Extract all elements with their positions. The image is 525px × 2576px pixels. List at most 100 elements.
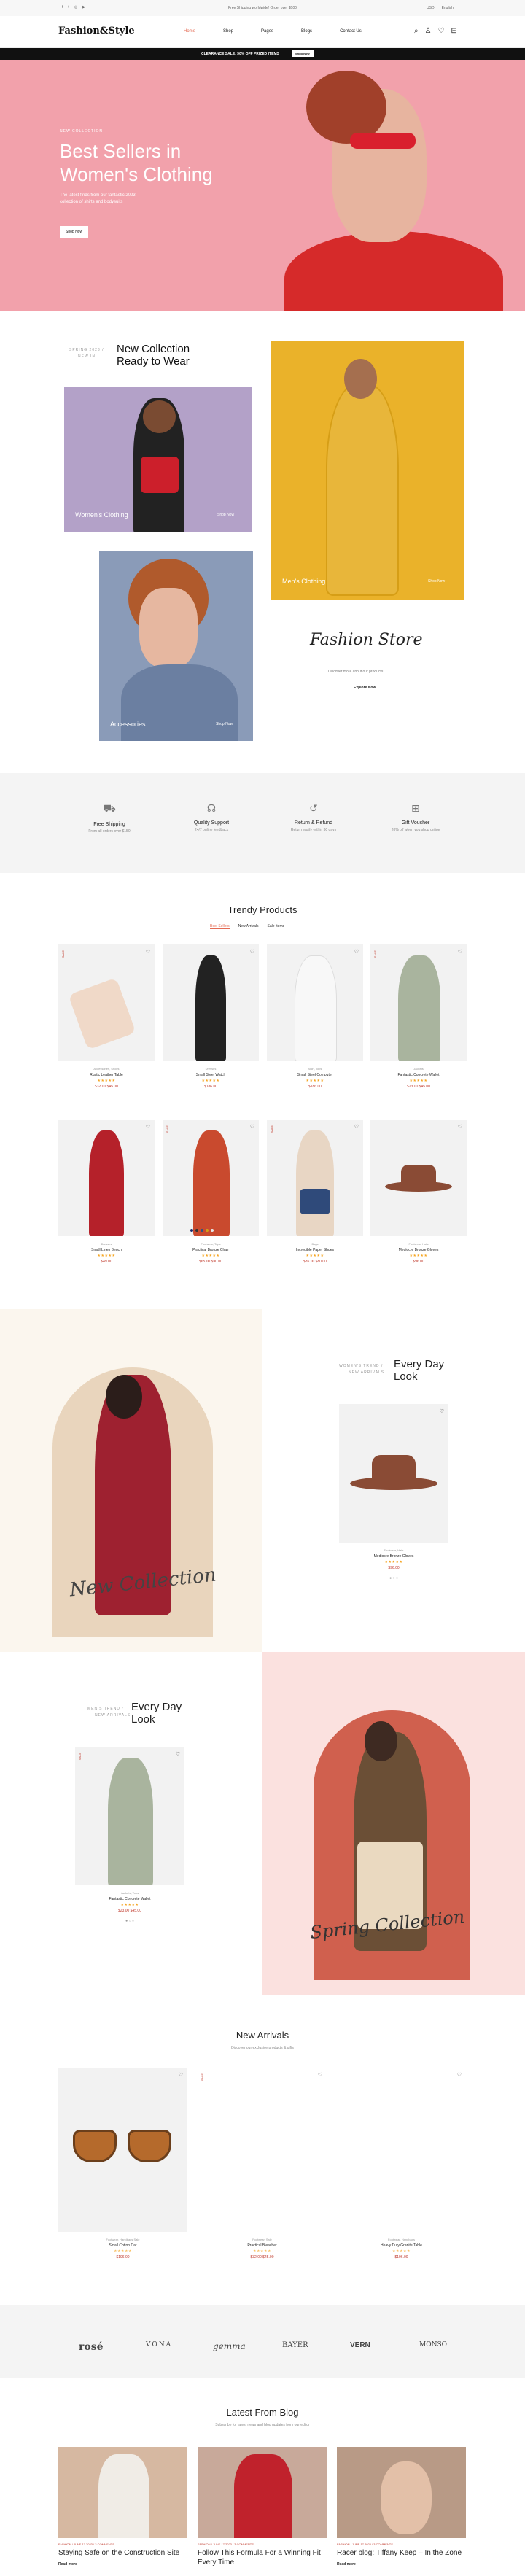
language-select[interactable]: English <box>442 6 454 10</box>
product-card[interactable]: ♡ Footwear, Hats Mediocre Bronze Gloves … <box>339 1404 448 1580</box>
currency-select[interactable]: USD <box>427 6 435 10</box>
nav-contact[interactable]: Contact Us <box>340 29 362 34</box>
wishlist-icon[interactable]: ♡ <box>458 949 462 955</box>
hero-shop-button[interactable]: Shop Now <box>60 226 89 238</box>
product-name[interactable]: Practical Bronze Chair <box>163 1248 259 1252</box>
product-name[interactable]: Heavy Duty Granite Table <box>337 2243 466 2248</box>
product-rating: ★★★★★ <box>392 2249 411 2254</box>
site-logo[interactable]: Fashion&Style <box>58 26 135 36</box>
feature-title: Free Shipping <box>93 822 125 827</box>
product-price: $96.00 <box>413 1260 424 1264</box>
swatch-icon[interactable] <box>190 1229 193 1232</box>
product-name[interactable]: Practical Bleacher <box>198 2243 327 2248</box>
product-card[interactable]: SALE ♡ Footwear, Tops Practical Bronze Ch… <box>163 1120 259 1264</box>
wishlist-icon[interactable]: ♡ <box>438 27 445 35</box>
feature-sub: 20% off when you shop online <box>391 828 440 832</box>
swatch-icon[interactable] <box>195 1229 198 1232</box>
wishlist-icon[interactable]: ♡ <box>354 1124 359 1130</box>
product-name[interactable]: Fantastic Concrete Wallet <box>370 1073 467 1077</box>
product-name[interactable]: Small Steel Computer <box>267 1073 363 1077</box>
brand-logo[interactable]: BAYER <box>282 2341 308 2349</box>
product-card[interactable]: ♡ Footwear, Handbags Sale Small Cotton C… <box>58 2068 187 2259</box>
product-name[interactable]: Small Linen Bench <box>58 1248 155 1252</box>
blog-post-title-cont[interactable]: Every Time <box>198 2558 327 2567</box>
brand-logo[interactable]: VERN <box>350 2341 370 2349</box>
carousel-dots[interactable]: ● ○ ○ <box>75 1919 184 1923</box>
product-name[interactable]: Small Cotton Car <box>58 2243 187 2248</box>
store-explore-link[interactable]: Explore Now <box>354 686 376 690</box>
blog-card[interactable]: FASHION / JUNE 17 2023 / 3 COMMENTS Stay… <box>58 2447 187 2567</box>
arrivals-title: New Arrivals <box>236 2030 289 2041</box>
product-rating: ★★★★★ <box>253 2249 271 2254</box>
tile-mens-label: Men's Clothing <box>282 578 326 585</box>
product-price: $65.00 $90.00 <box>199 1260 222 1264</box>
product-price: $35.00 $80.00 <box>303 1260 327 1264</box>
wishlist-icon[interactable]: ♡ <box>318 2072 322 2078</box>
wishlist-icon[interactable]: ♡ <box>179 2072 183 2078</box>
product-name[interactable]: Rustic Leather Table <box>58 1073 155 1077</box>
blog-read-more[interactable]: Read more <box>58 2562 187 2567</box>
feature-sub: Return easily within 30 days <box>290 828 337 832</box>
product-name[interactable]: Small Steel Watch <box>163 1073 259 1077</box>
wishlist-icon[interactable]: ♡ <box>458 1124 462 1130</box>
wishlist-icon[interactable]: ♡ <box>250 949 254 955</box>
product-rating: ★★★★★ <box>97 1079 116 1083</box>
wishlist-icon[interactable]: ♡ <box>250 1124 254 1130</box>
product-card[interactable]: SALE ♡ Accessories, Shoes Rustic Leather … <box>58 944 155 1089</box>
brand-logo[interactable]: gemma <box>213 2341 246 2351</box>
wishlist-icon[interactable]: ♡ <box>440 1408 444 1414</box>
account-icon[interactable]: ♙ <box>425 27 432 35</box>
swatch-icon[interactable] <box>206 1229 209 1232</box>
tab-sale-items[interactable]: Sale Items <box>267 924 284 929</box>
tab-best-sellers[interactable]: Best Sellers <box>210 924 230 929</box>
trendy-title: Trendy Products <box>228 904 298 915</box>
product-card[interactable]: SALE ♡ Jackets, Tops Fantastic Concrete W… <box>75 1747 184 1923</box>
product-card[interactable]: ♡ Dresses Small Steel Watch ★★★★★ $186.0… <box>163 944 259 1089</box>
product-card[interactable]: SALE ♡ Jackets Fantastic Concrete Wallet … <box>370 944 467 1089</box>
product-name[interactable]: Mediocre Bronze Gloves <box>339 1554 448 1559</box>
tile-womens-link[interactable]: Shop Now <box>217 513 234 517</box>
product-name[interactable]: Mediocre Bronze Gloves <box>370 1248 467 1252</box>
search-icon[interactable]: ⌕ <box>414 27 419 35</box>
blog-card[interactable]: FASHION / JUNE 17 2023 / 3 COMMENTS Race… <box>337 2447 466 2567</box>
wishlist-icon[interactable]: ♡ <box>176 1751 180 1757</box>
nav-home[interactable]: Home <box>184 29 195 34</box>
product-card[interactable]: ♡ Dresses Small Linen Bench ★★★★★ $49.00 <box>58 1120 155 1264</box>
sale-badge: SALE <box>61 950 65 958</box>
blog-read-more[interactable]: Read more <box>337 2562 466 2567</box>
blog-post-title[interactable]: Staying Safe on the Construction Site <box>58 2548 187 2558</box>
swatch-icon[interactable] <box>201 1229 203 1232</box>
product-card[interactable]: ♡ Shirt, Tops Small Steel Computer ★★★★★… <box>267 944 363 1089</box>
product-card[interactable]: ♡ Footwear, Handbags Heavy Duty Granite … <box>337 2068 466 2259</box>
tile-mens-link[interactable]: Shop Now <box>428 579 445 583</box>
wishlist-icon[interactable]: ♡ <box>354 949 359 955</box>
tab-new-arrivals[interactable]: New Arrivals <box>238 924 259 929</box>
tile-womens-clothing[interactable]: Women's Clothing Shop Now <box>64 387 252 532</box>
site-header: Fashion&Style Home Shop Pages Blogs Cont… <box>0 16 525 48</box>
blog-card[interactable]: FASHION / JUNE 17 2023 / 3 COMMENTS Foll… <box>198 2447 327 2567</box>
wishlist-icon[interactable]: ♡ <box>146 1124 150 1130</box>
brand-logo[interactable]: rosé <box>79 2341 104 2353</box>
product-name[interactable]: Fantastic Concrete Wallet <box>75 1897 184 1901</box>
product-card[interactable]: SALE ♡ Bags Incredible Paper Shoes ★★★★★ … <box>267 1120 363 1264</box>
brand-logo[interactable]: VONA <box>146 2341 172 2348</box>
promo-shop-button[interactable]: Shop Now <box>292 50 314 57</box>
product-name[interactable]: Incredible Paper Shoes <box>267 1248 363 1252</box>
nav-pages[interactable]: Pages <box>261 29 273 34</box>
wishlist-icon[interactable]: ♡ <box>146 949 150 955</box>
tile-mens-clothing[interactable]: Men's Clothing Shop Now <box>271 341 464 600</box>
product-card[interactable]: ♡ Footwear, Hats Mediocre Bronze Gloves … <box>370 1120 467 1264</box>
product-category: Dresses <box>101 1242 112 1246</box>
swatch-icon[interactable] <box>211 1229 214 1232</box>
nav-blogs[interactable]: Blogs <box>301 29 312 34</box>
nav-shop[interactable]: Shop <box>223 29 233 34</box>
blog-post-title[interactable]: Racer blog: Tiffany Keep – In the Zone <box>337 2548 466 2558</box>
tile-accessories[interactable]: Accessories Shop Now <box>99 551 253 741</box>
wishlist-icon[interactable]: ♡ <box>457 2072 462 2078</box>
product-card[interactable]: SALE ♡ Footwear, Sale Practical Bleacher … <box>198 2068 327 2259</box>
carousel-dots[interactable]: ● ○ ○ <box>339 1576 448 1580</box>
cart-icon[interactable]: ⊟ <box>451 27 457 35</box>
brand-logo[interactable]: MONSO <box>419 2341 447 2348</box>
tile-accessories-link[interactable]: Shop Now <box>216 722 233 726</box>
blog-post-title[interactable]: Follow This Formula For a Winning Fit <box>198 2548 327 2558</box>
